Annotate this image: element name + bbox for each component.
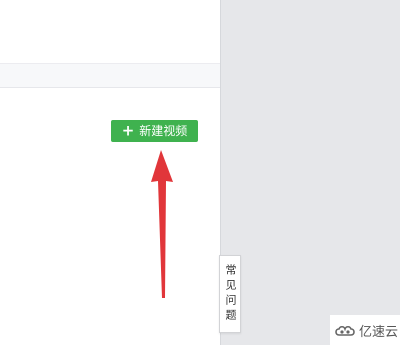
cloud-logo-icon [335,325,355,336]
watermark-text: 亿速云 [359,325,399,340]
red-arrow-annotation [151,150,173,298]
plus-icon: + [121,121,135,139]
faq-label: 常见问题 [224,264,237,324]
watermark: 亿速云 [334,321,398,340]
main-content-area [0,0,220,345]
new-video-label: 新建视频 [139,124,188,138]
faq-tab[interactable]: 常见问题 [219,255,241,333]
new-video-button[interactable]: + 新建视频 [111,120,198,142]
toolbar-strip [0,63,220,88]
right-side-panel [220,0,400,345]
